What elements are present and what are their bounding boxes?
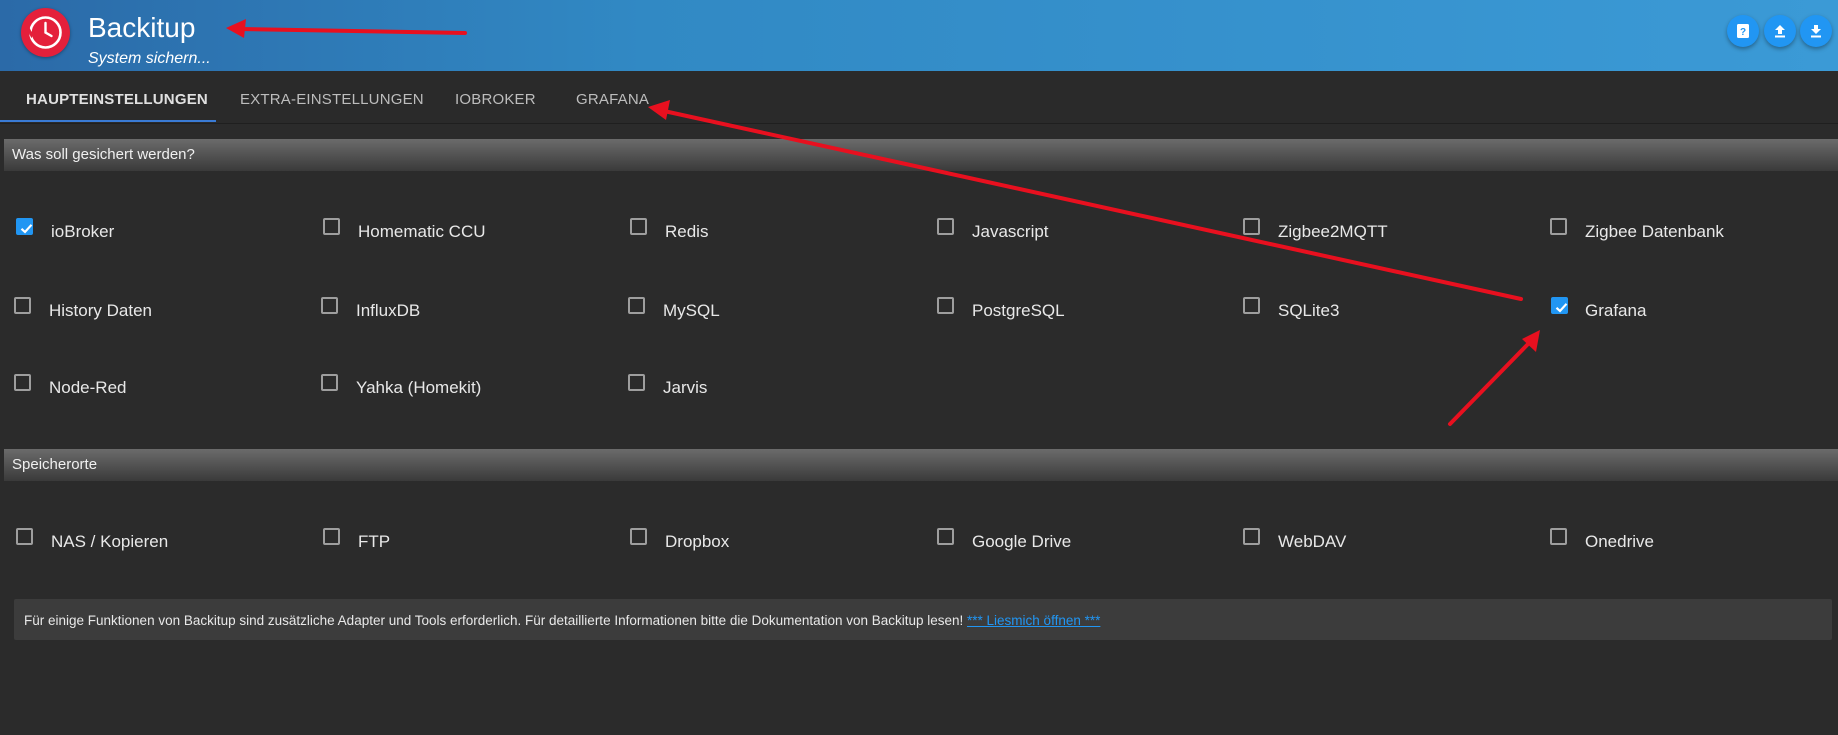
checkbox-zigbee2mqtt[interactable]: Zigbee2MQTT bbox=[1243, 218, 1443, 248]
checkbox-label: MySQL bbox=[663, 301, 720, 320]
checkbox-zigbee-datenbank[interactable]: Zigbee Datenbank bbox=[1550, 218, 1750, 248]
checkbox-label: WebDAV bbox=[1278, 532, 1347, 551]
checkbox-yahka-homekit[interactable]: Yahka (Homekit) bbox=[321, 374, 521, 404]
checkbox-ftp[interactable]: FTP bbox=[323, 528, 523, 558]
checkbox-box[interactable] bbox=[937, 218, 954, 235]
checkbox-label: Zigbee2MQTT bbox=[1278, 222, 1388, 241]
checkbox-box[interactable] bbox=[1550, 218, 1567, 235]
info-text: Für einige Funktionen von Backitup sind … bbox=[24, 613, 1100, 628]
checkbox-label: Jarvis bbox=[663, 378, 708, 397]
arrow-head bbox=[1522, 330, 1540, 352]
active-tab-indicator bbox=[0, 120, 216, 122]
app-header: Backitup System sichern... ? bbox=[0, 0, 1838, 71]
checkbox-box[interactable] bbox=[630, 528, 647, 545]
checkbox-redis[interactable]: Redis bbox=[630, 218, 830, 248]
checkbox-dropbox[interactable]: Dropbox bbox=[630, 528, 830, 558]
checkbox-box[interactable] bbox=[1550, 528, 1567, 545]
checkbox-box[interactable] bbox=[323, 218, 340, 235]
checkbox-box[interactable] bbox=[628, 374, 645, 391]
checkbox-influxdb[interactable]: InfluxDB bbox=[321, 297, 521, 327]
checkbox-box[interactable] bbox=[321, 374, 338, 391]
checkbox-box[interactable] bbox=[323, 528, 340, 545]
checkbox-history-daten[interactable]: History Daten bbox=[14, 297, 214, 327]
checkbox-box[interactable] bbox=[937, 297, 954, 314]
download-button[interactable] bbox=[1800, 15, 1832, 47]
checkbox-onedrive[interactable]: Onedrive bbox=[1550, 528, 1750, 558]
help-button[interactable]: ? bbox=[1727, 15, 1759, 47]
checkbox-box[interactable] bbox=[321, 297, 338, 314]
checkbox-label: SQLite3 bbox=[1278, 301, 1340, 320]
section-header-storage: Speicherorte bbox=[4, 449, 1838, 481]
checkbox-webdav[interactable]: WebDAV bbox=[1243, 528, 1443, 558]
checkbox-box[interactable] bbox=[16, 528, 33, 545]
checkbox-label: FTP bbox=[358, 532, 391, 551]
checkbox-homematic-ccu[interactable]: Homematic CCU bbox=[323, 218, 523, 248]
check-icon bbox=[1555, 303, 1568, 313]
tab-bar: Haupteinstellungen Extra-Einstellungen i… bbox=[0, 71, 1838, 124]
liesmich-link[interactable]: *** Liesmich öffnen *** bbox=[967, 613, 1100, 628]
download-icon bbox=[1811, 25, 1821, 38]
checkbox-label: Grafana bbox=[1585, 301, 1647, 320]
checkbox-label: Dropbox bbox=[665, 532, 730, 551]
checkbox-box[interactable] bbox=[628, 297, 645, 314]
tab-grafana[interactable]: Grafana bbox=[576, 71, 649, 121]
checkbox-nas-kopieren[interactable]: NAS / Kopieren bbox=[16, 528, 216, 558]
checkbox-box[interactable] bbox=[1243, 218, 1260, 235]
checkbox-grafana[interactable]: Grafana bbox=[1551, 297, 1751, 327]
checkbox-box[interactable] bbox=[937, 528, 954, 545]
app-title: Backitup bbox=[88, 12, 196, 43]
checkbox-box[interactable] bbox=[1551, 297, 1568, 314]
arrow-to-grafana-checkbox bbox=[1448, 340, 1532, 426]
checkbox-box[interactable] bbox=[16, 218, 33, 235]
checkbox-label: Zigbee Datenbank bbox=[1585, 222, 1724, 241]
upload-button[interactable] bbox=[1764, 15, 1796, 47]
checkbox-jarvis[interactable]: Jarvis bbox=[628, 374, 828, 404]
checkbox-label: Node-Red bbox=[49, 378, 127, 397]
checkbox-sqlite3[interactable]: SQLite3 bbox=[1243, 297, 1443, 327]
help-icon: ? bbox=[1737, 24, 1749, 38]
info-box: Für einige Funktionen von Backitup sind … bbox=[14, 599, 1832, 640]
checkbox-label: Redis bbox=[665, 222, 709, 241]
svg-text:?: ? bbox=[1740, 27, 1746, 38]
checkbox-iobroker[interactable]: ioBroker bbox=[16, 218, 216, 248]
checkbox-label: Yahka (Homekit) bbox=[356, 378, 482, 397]
checkbox-box[interactable] bbox=[630, 218, 647, 235]
tab-extra-einstellungen[interactable]: Extra-Einstellungen bbox=[240, 71, 424, 121]
checkbox-label: InfluxDB bbox=[356, 301, 421, 320]
checkbox-postgresql[interactable]: PostgreSQL bbox=[937, 297, 1137, 327]
checkbox-box[interactable] bbox=[14, 297, 31, 314]
checkbox-label: ioBroker bbox=[51, 222, 115, 241]
tab-iobroker[interactable]: ioBroker bbox=[455, 71, 536, 121]
check-icon bbox=[20, 224, 33, 234]
checkbox-label: Javascript bbox=[972, 222, 1049, 241]
tab-haupteinstellungen[interactable]: Haupteinstellungen bbox=[26, 71, 208, 121]
checkbox-label: Onedrive bbox=[1585, 532, 1654, 551]
checkbox-javascript[interactable]: Javascript bbox=[937, 218, 1137, 248]
checkbox-box[interactable] bbox=[1243, 528, 1260, 545]
checkbox-box[interactable] bbox=[1243, 297, 1260, 314]
section-header-backup-what: Was soll gesichert werden? bbox=[4, 139, 1838, 171]
upload-icon bbox=[1775, 25, 1785, 38]
checkbox-label: Homematic CCU bbox=[358, 222, 486, 241]
checkbox-mysql[interactable]: MySQL bbox=[628, 297, 828, 327]
checkbox-google-drive[interactable]: Google Drive bbox=[937, 528, 1137, 558]
checkbox-label: NAS / Kopieren bbox=[51, 532, 169, 551]
checkbox-box[interactable] bbox=[14, 374, 31, 391]
backitup-logo bbox=[21, 8, 70, 57]
checkbox-node-red[interactable]: Node-Red bbox=[14, 374, 214, 404]
info-message: Für einige Funktionen von Backitup sind … bbox=[24, 613, 968, 628]
checkbox-label: PostgreSQL bbox=[972, 301, 1065, 320]
checkbox-label: History Daten bbox=[49, 301, 152, 320]
app-subtitle: System sichern... bbox=[88, 50, 211, 67]
checkbox-label: Google Drive bbox=[972, 532, 1072, 551]
